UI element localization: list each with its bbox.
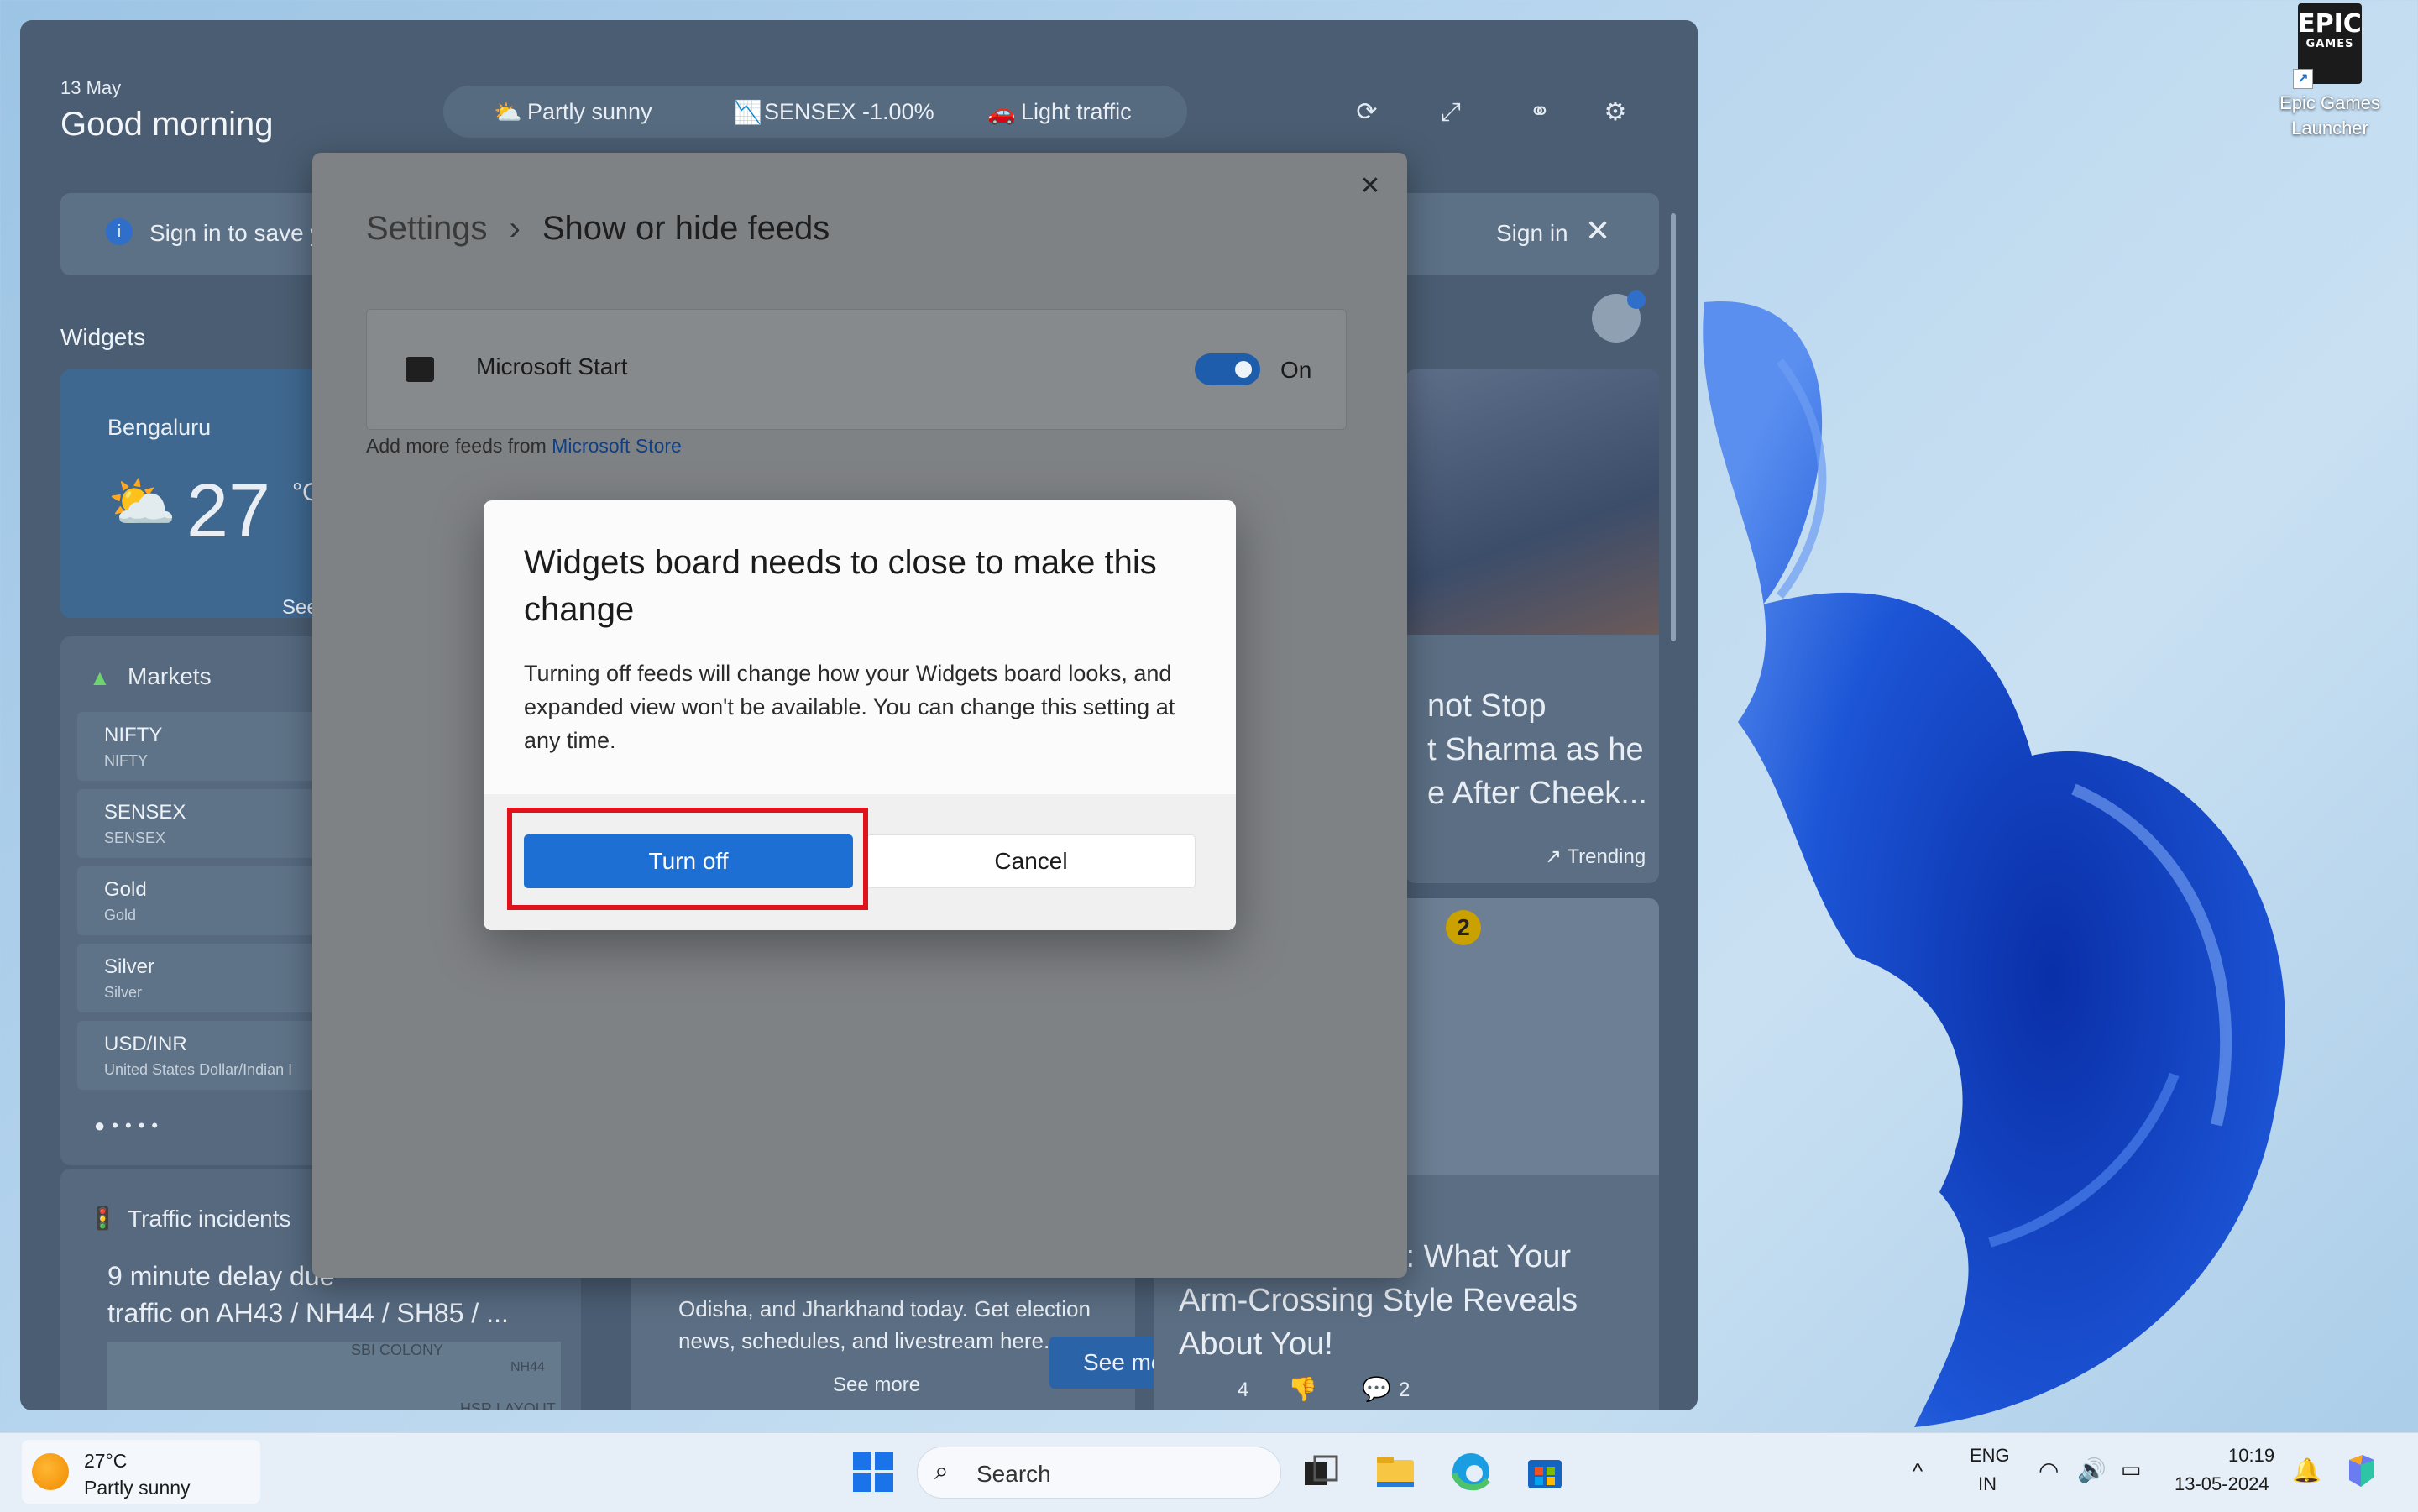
news-card-cricket[interactable]: not Stop t Sharma as he e After Cheek...… [1405, 369, 1659, 883]
news-title-2: t Sharma as he [1427, 732, 1644, 767]
info-icon: i [106, 218, 133, 245]
taskbar-temp: 27°C [84, 1450, 128, 1472]
microsoft-store-link[interactable]: Microsoft Store [552, 435, 682, 457]
lang-code[interactable]: ENG [1970, 1445, 2010, 1467]
shortcut-arrow-icon: ↗ [2293, 69, 2313, 89]
status-weather[interactable]: Partly sunny [527, 99, 652, 125]
news-image [1405, 369, 1659, 635]
store-icon[interactable] [1523, 1450, 1567, 1494]
traffic-title: Traffic incidents [128, 1206, 291, 1232]
news-title: t: What Your [1397, 1239, 1572, 1274]
add-more-feeds: Add more feeds from Microsoft Store [366, 435, 682, 457]
notification-badge [1627, 290, 1646, 309]
news-title-2: Arm-Crossing Style Reveals [1179, 1283, 1578, 1318]
task-view-icon[interactable] [1298, 1450, 1342, 1494]
comment-count: 2 [1399, 1379, 1410, 1401]
trending-badge: ↗ Trending [1545, 845, 1646, 868]
traffic-headline: 9 minute delay due [107, 1261, 335, 1291]
board-date: 13 May [60, 77, 122, 98]
dialog-title: Widgets board needs to close to make thi… [524, 544, 1157, 628]
weather-city[interactable]: Bengaluru [107, 415, 211, 441]
search-icon: ⌕ [934, 1457, 949, 1485]
desktop-icon-label: Epic Games Launcher [2279, 92, 2380, 139]
traffic-headline-2: traffic on AH43 / NH44 / SH85 / ... [107, 1298, 509, 1328]
breadcrumb-settings[interactable]: Settings [366, 210, 488, 247]
expand-icon[interactable]: ⤢ [1434, 96, 1468, 129]
see-more-link[interactable]: See more [833, 1373, 920, 1397]
cloud-sun-icon: ⛅ [107, 471, 177, 533]
taskbar: 27°C Partly sunny ⌕ Search ^ ENG IN ◠ 🔊 … [0, 1432, 2418, 1512]
board-greeting: Good morning [60, 106, 274, 143]
taskbar-search[interactable]: ⌕ Search [917, 1447, 1281, 1499]
file-explorer-icon[interactable] [1374, 1450, 1417, 1494]
wallpaper-bloom [1703, 301, 2285, 1428]
taskbar-weather[interactable]: 27°C Partly sunny [22, 1440, 260, 1504]
taskbar-condition: Partly sunny [84, 1477, 191, 1499]
desktop-icon-epic-games[interactable]: EPIC GAMES ↗ Epic Games Launcher [2275, 3, 2384, 141]
signin-link[interactable]: Sign in [1496, 220, 1568, 247]
gear-icon[interactable]: ⚙ [1599, 96, 1632, 129]
comment-icon[interactable]: 💬 [1362, 1375, 1391, 1403]
chart-icon: ▲ [89, 665, 111, 690]
epic-games-logo: EPIC GAMES ↗ [2293, 3, 2362, 89]
car-icon: 🚗 [987, 100, 1016, 125]
traffic-map[interactable]: SBI COLONY NH44 HSR LAYOUT [107, 1342, 561, 1410]
scrollbar[interactable] [1671, 213, 1676, 641]
link-icon[interactable]: ⚭ [1523, 96, 1557, 129]
news-text-2: news, schedules, and livestream here. [678, 1328, 1050, 1353]
toggle-state: On [1280, 357, 1312, 383]
news-title-3: e After Cheek... [1427, 776, 1647, 811]
breadcrumb: Settings › Show or hide feeds [366, 210, 830, 248]
dialog-body: Turning off feeds will change how your W… [524, 661, 1175, 753]
rank-badge: 2 [1446, 910, 1481, 945]
reaction-count: 4 [1238, 1379, 1249, 1401]
news-icon [406, 357, 434, 382]
markets-title: Markets [128, 663, 212, 689]
feed-row-microsoft-start: Microsoft Start On [366, 309, 1347, 430]
status-pill[interactable]: ⛅ Partly sunny 📉 SENSEX -1.00% 🚗 Light t… [443, 86, 1187, 138]
market-icon: 📉 [734, 100, 762, 125]
cancel-button[interactable]: Cancel [866, 834, 1196, 888]
news-title: not Stop [1427, 688, 1547, 724]
traffic-light-icon: 🚦 [89, 1206, 117, 1231]
chevron-right-icon: › [509, 210, 521, 247]
page-title: Show or hide feeds [542, 210, 830, 247]
weather-icon: ⛅ [494, 100, 522, 125]
close-icon[interactable]: ✕ [1353, 170, 1387, 203]
lang-region[interactable]: IN [1978, 1473, 1997, 1495]
feed-toggle[interactable] [1195, 353, 1260, 385]
sun-icon [32, 1453, 69, 1490]
status-market[interactable]: SENSEX -1.00% [764, 99, 934, 125]
weather-temp: 27 [186, 469, 271, 553]
clock-date[interactable]: 13-05-2024 [2175, 1473, 2269, 1495]
windows-start-icon[interactable] [851, 1450, 895, 1494]
widgets-label: Widgets [60, 324, 146, 350]
notification-bell-icon[interactable]: 🔔 [2292, 1457, 2321, 1484]
pager-dots[interactable]: ●•••• [94, 1115, 165, 1137]
refresh-icon[interactable]: ⟳ [1350, 96, 1384, 129]
wifi-icon[interactable]: ◠ [2039, 1457, 2059, 1484]
clock-time[interactable]: 10:19 [2228, 1445, 2274, 1467]
highlight-box [507, 808, 868, 910]
feed-name: Microsoft Start [476, 353, 628, 379]
search-placeholder: Search [976, 1461, 1051, 1487]
copilot-icon[interactable] [2342, 1452, 2381, 1490]
edge-browser-icon[interactable] [1449, 1450, 1493, 1494]
chevron-up-icon[interactable]: ^ [1913, 1458, 1923, 1484]
volume-icon[interactable]: 🔊 [2077, 1457, 2107, 1484]
status-traffic[interactable]: Light traffic [1021, 99, 1132, 125]
news-text: Odisha, and Jharkhand today. Get electio… [678, 1296, 1091, 1321]
close-icon[interactable]: ✕ [1585, 213, 1610, 249]
dislike-icon[interactable]: 👎 [1288, 1375, 1317, 1403]
signin-text: Sign in to save yo [149, 220, 336, 246]
news-image [1405, 898, 1659, 1175]
news-title-3: About You! [1179, 1326, 1333, 1362]
battery-icon[interactable]: ▭ [2121, 1457, 2142, 1483]
